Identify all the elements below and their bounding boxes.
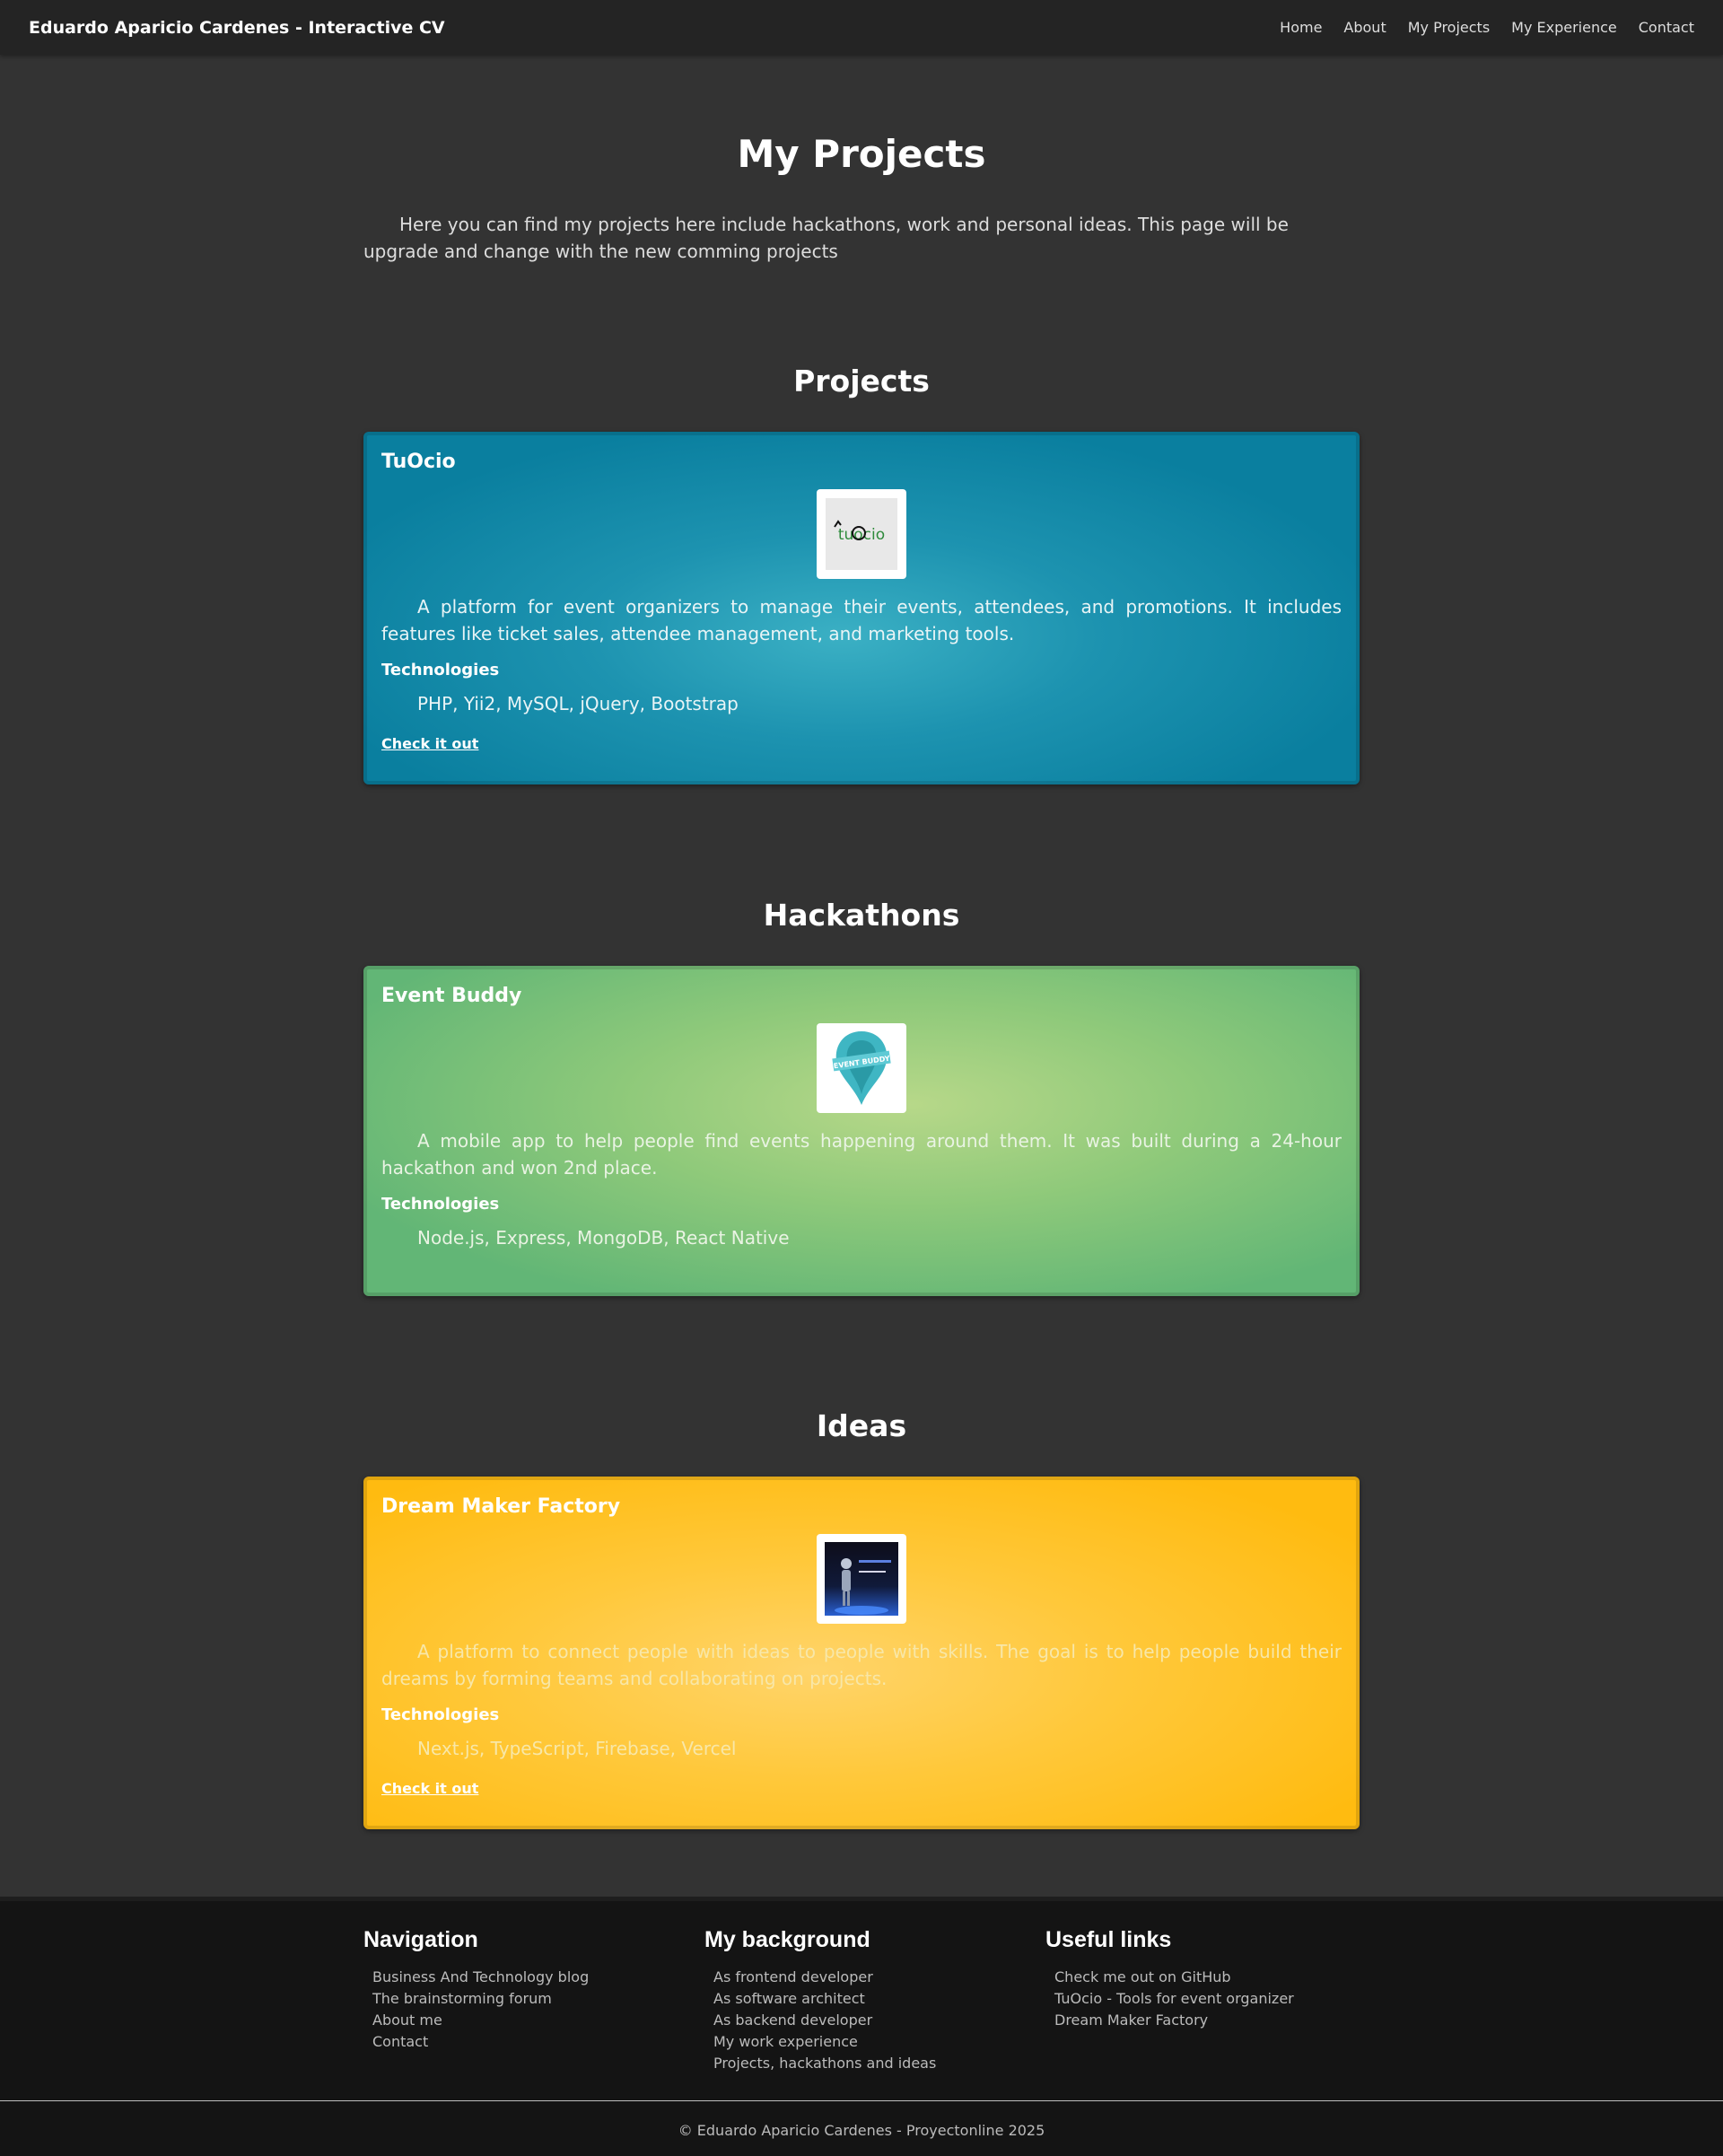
footer-link[interactable]: TuOcio - Tools for event organizer <box>1045 1988 1386 2010</box>
section-title-ideas: Ideas <box>816 1408 907 1443</box>
technologies-label: Technologies <box>381 1705 500 1724</box>
tuocio-logo: tuocio <box>817 489 906 579</box>
card-title: Dream Maker Factory <box>381 1495 621 1518</box>
footer-link[interactable]: The brainstorming forum <box>363 1988 704 2010</box>
footer-link[interactable]: As backend developer <box>704 2010 1045 2031</box>
footer-link[interactable]: About me <box>363 2010 704 2031</box>
tuocio-logo-icon: tuocio <box>826 498 897 570</box>
technologies-label: Technologies <box>381 661 500 679</box>
card-title: Event Buddy <box>381 985 522 1007</box>
technologies-list: PHP, Yii2, MySQL, jQuery, Bootstrap <box>417 693 739 714</box>
page-title: My Projects <box>737 132 986 176</box>
footer-column-useful-links: Useful links Check me out on GitHub TuOc… <box>1045 1925 1386 2074</box>
project-card-tuocio: TuOcio tuocio A platform for event organ… <box>363 432 1360 784</box>
footer-column-my-background: My background As frontend developer As s… <box>704 1925 1045 2074</box>
nav-my-experience[interactable]: My Experience <box>1511 19 1617 36</box>
footer-column-title: My background <box>704 1927 870 1952</box>
hackathon-card-event-buddy: Event Buddy EVENT BUDDY A mobile app to … <box>363 966 1360 1296</box>
technologies-list: Node.js, Express, MongoDB, React Native <box>417 1227 790 1249</box>
event-buddy-logo: EVENT BUDDY <box>817 1023 906 1113</box>
main-nav: Home About My Projects My Experience Con… <box>1280 19 1694 36</box>
footer-link[interactable]: As frontend developer <box>704 1967 1045 1988</box>
event-buddy-logo-icon: EVENT BUDDY <box>832 1031 891 1105</box>
check-it-out-link[interactable]: Check it out <box>381 1780 478 1797</box>
footer-link[interactable]: Contact <box>363 2031 704 2053</box>
footer-column-title: Navigation <box>363 1927 478 1952</box>
site-footer: Navigation Business And Technology blog … <box>0 1897 1723 2156</box>
technologies-list: Next.js, TypeScript, Firebase, Vercel <box>417 1738 737 1759</box>
top-navbar: Eduardo Aparicio Cardenes - Interactive … <box>0 0 1723 55</box>
technologies-label: Technologies <box>381 1195 500 1214</box>
check-it-out-link[interactable]: Check it out <box>381 735 478 752</box>
footer-link[interactable]: My work experience <box>704 2031 1045 2053</box>
card-title: TuOcio <box>381 451 456 473</box>
copyright-text: © Eduardo Aparicio Cardenes - Proyectonl… <box>678 2122 1045 2139</box>
card-description: A platform to connect people with ideas … <box>381 1641 1342 1689</box>
svg-text:tuocio: tuocio <box>838 526 885 544</box>
idea-card-dream-maker-factory: Dream Maker Factory A platform to connec… <box>363 1477 1360 1829</box>
nav-about[interactable]: About <box>1343 19 1386 36</box>
site-brand[interactable]: Eduardo Aparicio Cardenes - Interactive … <box>29 18 445 38</box>
footer-link[interactable]: Check me out on GitHub <box>1045 1967 1386 1988</box>
main-content: My Projects Here you can find my project… <box>363 55 1360 1829</box>
footer-divider <box>0 2100 1723 2101</box>
footer-link[interactable]: Business And Technology blog <box>363 1967 704 1988</box>
card-description: A mobile app to help people find events … <box>381 1130 1342 1179</box>
footer-link[interactable]: As software architect <box>704 1988 1045 2010</box>
card-description: A platform for event organizers to manag… <box>381 596 1342 644</box>
dream-maker-factory-logo <box>817 1534 906 1624</box>
footer-column-title: Useful links <box>1045 1927 1172 1952</box>
footer-column-navigation: Navigation Business And Technology blog … <box>363 1925 704 2074</box>
nav-home[interactable]: Home <box>1280 19 1322 36</box>
footer-columns: Navigation Business And Technology blog … <box>363 1925 1386 2074</box>
nav-my-projects[interactable]: My Projects <box>1408 19 1490 36</box>
footer-link[interactable]: Dream Maker Factory <box>1045 2010 1386 2031</box>
dream-maker-factory-logo-icon <box>825 1542 898 1616</box>
section-title-hackathons: Hackathons <box>763 898 960 933</box>
nav-contact[interactable]: Contact <box>1639 19 1694 36</box>
footer-link[interactable]: Projects, hackathons and ideas <box>704 2053 1045 2074</box>
section-title-projects: Projects <box>793 364 930 399</box>
page-intro: Here you can find my projects here inclu… <box>363 214 1289 262</box>
